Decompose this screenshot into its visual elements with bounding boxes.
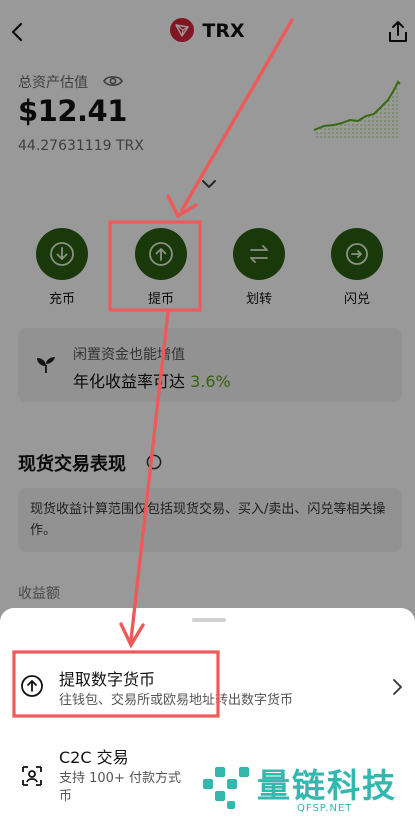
- arrow-annotation-down: [119, 310, 170, 649]
- arrow-annotation-top: [166, 18, 294, 219]
- highlight-box-withdraw-crypto: [12, 650, 220, 718]
- watermark-logo-icon: [203, 767, 249, 809]
- watermark-name: 量链科技: [257, 766, 397, 805]
- watermark: 量链科技 QFSP.NET: [197, 757, 415, 821]
- watermark-site: QFSP.NET: [297, 803, 353, 814]
- annotation-overlay: [12, 18, 294, 718]
- highlight-box-withdraw: [108, 220, 202, 312]
- trx-asset-page: TRX 总资产估值 $12.41 44.27631119 TRX 充币 提币 划…: [0, 0, 415, 821]
